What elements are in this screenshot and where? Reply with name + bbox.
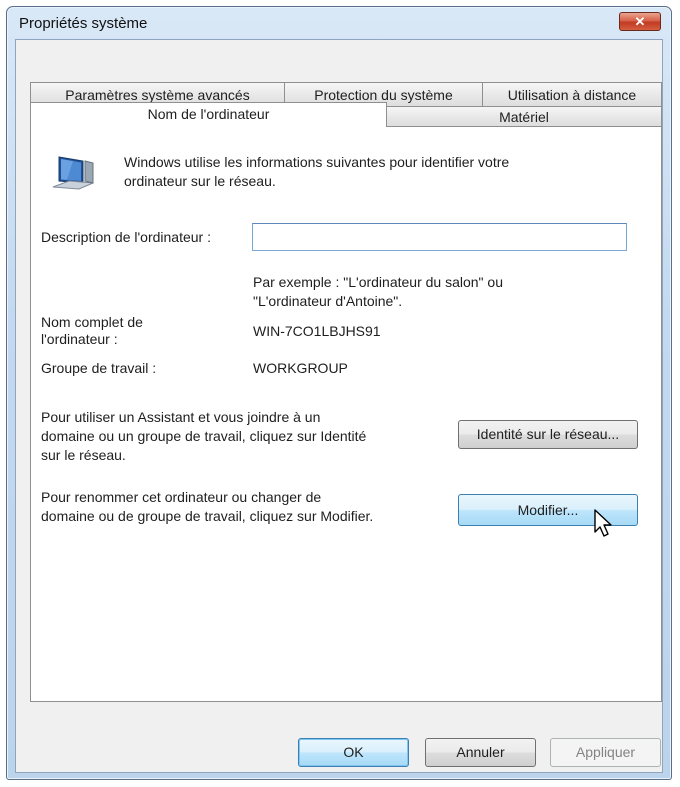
network-id-line-1: Pour utiliser un Assistant et vous joind… xyxy=(41,409,321,425)
tab-label: Nom de l'ordinateur xyxy=(147,106,270,122)
full-name-label: Nom complet de l'ordinateur : xyxy=(41,314,143,348)
ok-button[interactable]: OK xyxy=(298,738,409,767)
full-name-label-line-1: Nom complet de xyxy=(41,314,143,330)
rename-line-1: Pour renommer cet ordinateur ou changer … xyxy=(41,489,322,505)
example-line-1: Par exemple : "L'ordinateur du salon" ou xyxy=(253,274,503,290)
tab-hardware[interactable]: Matériel xyxy=(386,106,662,127)
computer-name-panel: Windows utilise les informations suivant… xyxy=(30,126,662,702)
network-id-line-3: sur le réseau. xyxy=(41,447,126,463)
window-title: Propriétés système xyxy=(19,15,148,32)
tab-label: Matériel xyxy=(499,109,549,125)
title-bar[interactable]: Propriétés système ✕ xyxy=(7,7,671,37)
apply-button[interactable]: Appliquer xyxy=(550,738,661,767)
workgroup-label: Groupe de travail : xyxy=(41,360,157,376)
intro-text: Windows utilise les informations suivant… xyxy=(124,153,509,191)
rename-line-2: domaine ou de groupe de travail, cliquez… xyxy=(41,508,374,524)
intro-line-1: Windows utilise les informations suivant… xyxy=(124,154,510,170)
tab-remote-usage[interactable]: Utilisation à distance xyxy=(482,82,662,108)
intro-line-2: ordinateur sur le réseau. xyxy=(124,173,276,189)
system-properties-window: Propriétés système ✕ Paramètres système … xyxy=(6,6,672,780)
network-id-line-2: domaine ou un groupe de travail, cliquez… xyxy=(41,428,367,444)
cancel-button[interactable]: Annuler xyxy=(425,738,536,767)
tab-computer-name[interactable]: Nom de l'ordinateur xyxy=(30,102,387,127)
computer-icon xyxy=(49,153,97,197)
description-label: Description de l'ordinateur : xyxy=(41,229,211,245)
workgroup-value: WORKGROUP xyxy=(253,360,348,376)
mouse-cursor-icon xyxy=(593,508,615,541)
tab-label: Paramètres système avancés xyxy=(65,87,250,103)
close-button[interactable]: ✕ xyxy=(619,12,661,31)
tab-label: Utilisation à distance xyxy=(507,87,637,103)
rename-text: Pour renommer cet ordinateur ou changer … xyxy=(41,488,373,526)
example-text: Par exemple : "L'ordinateur du salon" ou… xyxy=(253,273,503,311)
example-line-2: "L'ordinateur d'Antoine". xyxy=(253,293,403,309)
dialog-client-area: Paramètres système avancés Protection du… xyxy=(15,39,663,773)
tab-label: Protection du système xyxy=(314,87,453,103)
full-name-value: WIN-7CO1LBJHS91 xyxy=(253,323,381,339)
network-id-button[interactable]: Identité sur le réseau... xyxy=(458,420,638,449)
description-input[interactable] xyxy=(252,223,627,251)
network-id-text: Pour utiliser un Assistant et vous joind… xyxy=(41,408,366,465)
full-name-label-line-2: l'ordinateur : xyxy=(41,331,118,347)
